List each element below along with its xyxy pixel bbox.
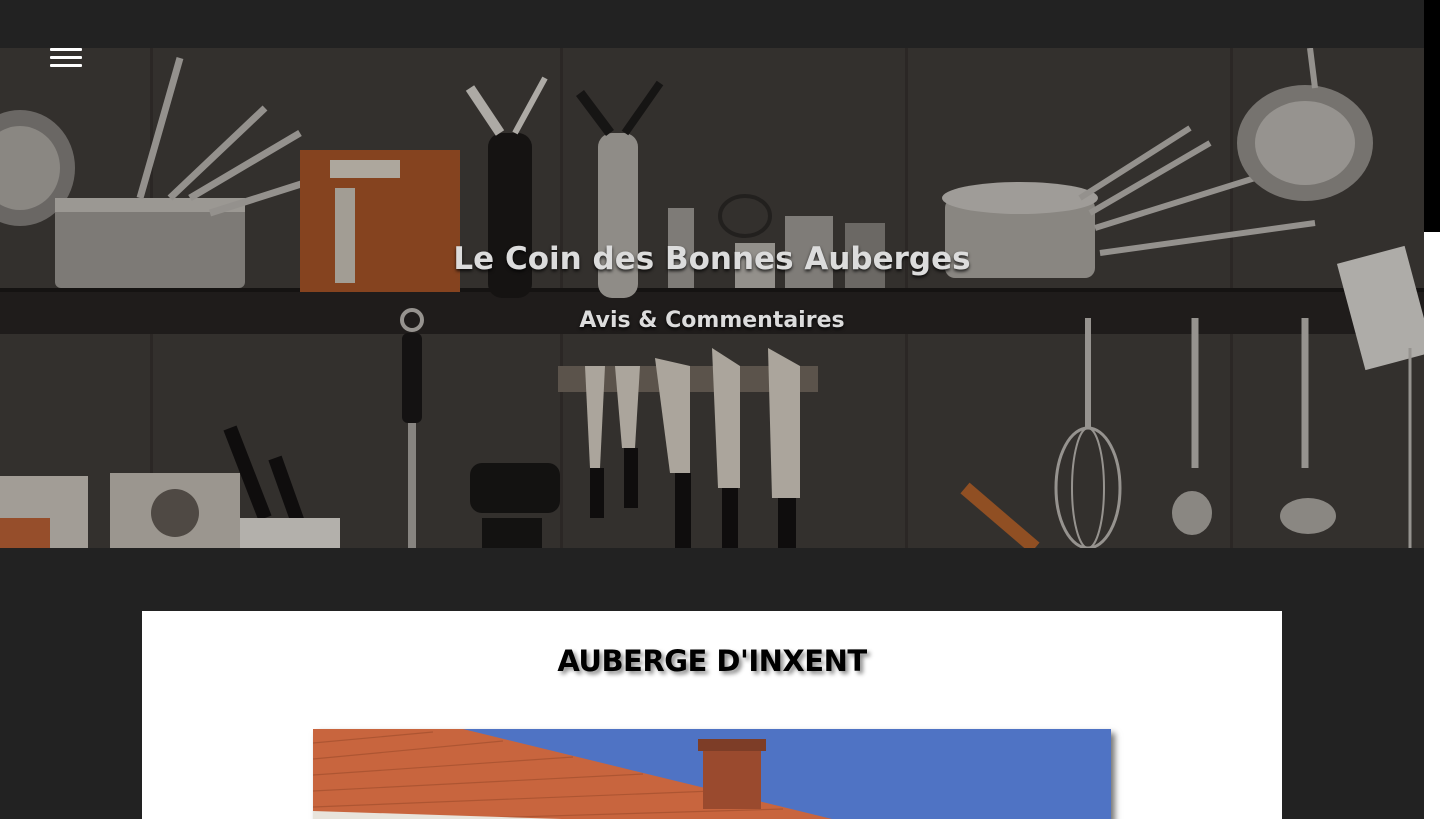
hamburger-menu-icon[interactable] xyxy=(48,48,84,74)
site-title[interactable]: Le Coin des Bonnes Auberges xyxy=(0,241,1424,277)
article-card: AUBERGE D'INXENT xyxy=(142,611,1282,819)
top-bar xyxy=(0,0,1424,48)
kitchen-shelf-image xyxy=(0,48,1424,548)
article-title: AUBERGE D'INXENT xyxy=(557,644,867,678)
auberge-roof-image xyxy=(313,729,1111,819)
site-subtitle: Avis & Commentaires xyxy=(579,308,845,333)
auberge-photo xyxy=(313,729,1111,819)
hero-banner: Le Coin des Bonnes Auberges Avis & Comme… xyxy=(0,48,1424,548)
scrollbar-thumb[interactable] xyxy=(1424,0,1440,232)
